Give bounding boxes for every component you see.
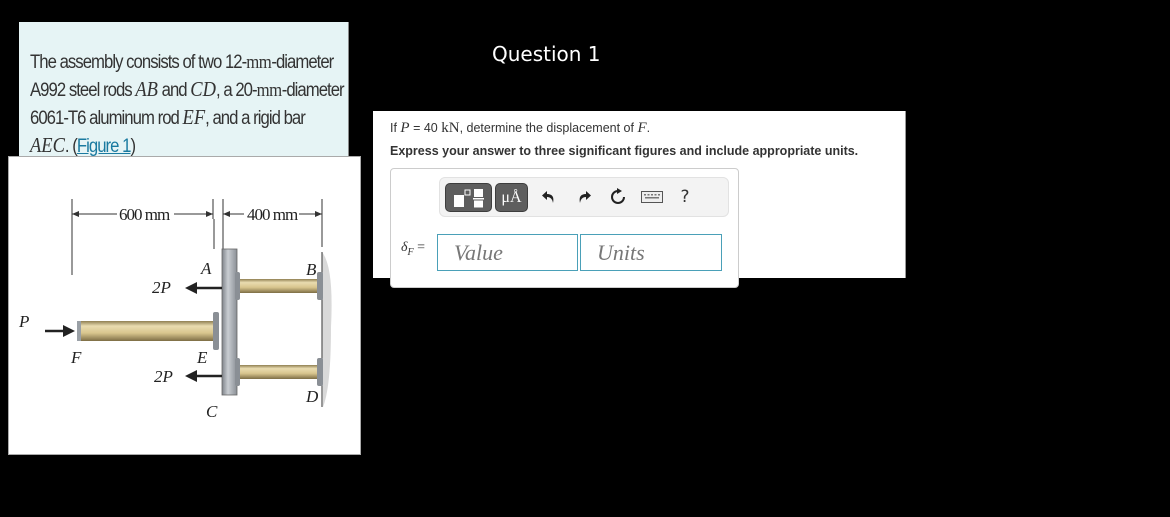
units-input[interactable] — [580, 234, 722, 271]
templates-button[interactable] — [445, 183, 492, 212]
dim-arrow — [223, 211, 230, 217]
figure-panel: 600 mm 400 mm A B C D E F P 2P 2P — [8, 156, 361, 455]
label-a: A — [200, 259, 212, 278]
math-toolbar: μÅ ? — [439, 177, 729, 217]
load-arrow-bottom — [185, 370, 197, 382]
rod-ab — [233, 279, 321, 293]
bracket-e — [213, 312, 219, 350]
answer-instructions: Express your answer to three significant… — [390, 144, 859, 158]
redo-button[interactable] — [572, 185, 596, 209]
load-arrow-p — [63, 325, 75, 337]
rod-ef — [79, 321, 217, 341]
label-2p-top: 2P — [152, 278, 171, 297]
figure-link[interactable]: Figure 1 — [77, 136, 132, 157]
assembly-diagram: 600 mm 400 mm A B C D E F P 2P 2P — [18, 199, 332, 421]
label-b: B — [306, 260, 317, 279]
reset-icon — [611, 188, 625, 204]
dim-arrow — [72, 211, 79, 217]
fixed-wall — [322, 252, 332, 407]
statement-text: The assembly consists of two 12-mm-diame… — [30, 52, 345, 157]
bracket-c — [235, 358, 240, 386]
label-e: E — [196, 348, 208, 367]
dim-label-400: 400 mm — [247, 205, 298, 224]
keyboard-button[interactable] — [640, 185, 664, 209]
wall-bracket-d — [317, 358, 323, 386]
redo-icon — [579, 191, 591, 203]
dim-arrow — [206, 211, 213, 217]
templates-icon — [453, 188, 484, 207]
label-c: C — [206, 402, 218, 421]
question-prompt: If P = 40 kN, determine the displacement… — [390, 120, 651, 136]
label-f: F — [70, 348, 82, 367]
rod-cd — [233, 365, 321, 379]
help-button[interactable]: ? — [673, 185, 697, 209]
dim-arrow — [315, 211, 322, 217]
keyboard-icon — [641, 191, 663, 203]
question-title: Question 1 — [492, 42, 601, 66]
label-p: P — [18, 312, 29, 331]
bracket-a — [235, 272, 240, 300]
undo-icon — [542, 191, 554, 203]
units-button[interactable]: μÅ — [495, 183, 528, 212]
problem-statement: The assembly consists of two 12-mm-diame… — [19, 22, 349, 157]
rod-ef-end — [77, 321, 81, 341]
answer-label: δF = — [401, 240, 426, 258]
value-input[interactable] — [437, 234, 578, 271]
reset-button[interactable] — [606, 185, 630, 209]
question-card: If P = 40 kN, determine the displacement… — [373, 111, 906, 288]
rigid-bar-aec — [221, 248, 238, 396]
wall-bracket-b — [317, 272, 323, 300]
undo-button[interactable] — [537, 185, 561, 209]
load-arrow-top — [185, 282, 197, 294]
label-d: D — [305, 387, 319, 406]
label-2p-bottom: 2P — [154, 367, 173, 386]
dim-label-600: 600 mm — [119, 205, 170, 224]
answer-box: μÅ ? δF = — [390, 168, 739, 288]
